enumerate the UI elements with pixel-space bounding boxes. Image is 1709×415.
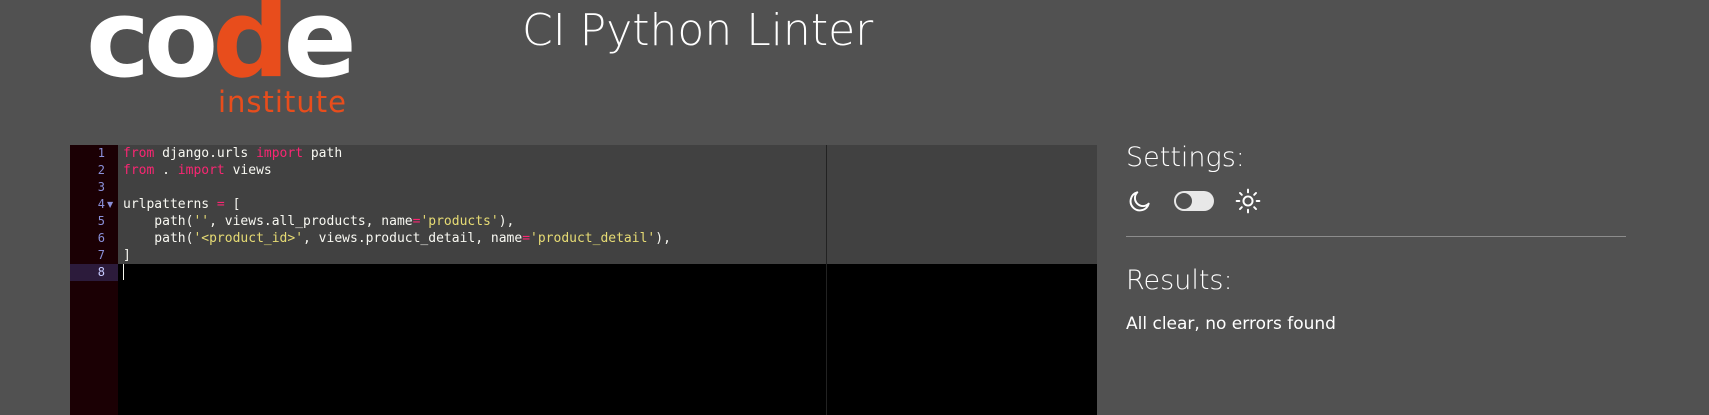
line-number: 2 <box>97 163 105 177</box>
editor-line: 6 path('<product_id>', views.product_det… <box>70 230 1097 247</box>
logo-institute-word: institute <box>218 85 347 119</box>
logo-code-word: code <box>86 0 357 102</box>
line-code: ] <box>123 247 131 264</box>
code-token: = <box>522 231 531 246</box>
editor-line: 4 ▼ urlpatterns = [ <box>70 196 1097 213</box>
editor-line: 1 from django.urls import path <box>70 145 1097 162</box>
code-token: [ <box>224 197 241 212</box>
line-number: 1 <box>97 146 105 160</box>
editor-line: 2 from . import views <box>70 162 1097 179</box>
line-number: 3 <box>97 180 105 194</box>
page-title: CI Python Linter <box>522 5 874 56</box>
line-code: from . import views <box>123 162 272 179</box>
editor-line: 8 <box>70 264 1097 281</box>
panel-divider <box>1126 236 1626 237</box>
theme-toggle-knob <box>1176 193 1192 209</box>
line-code: from django.urls import path <box>123 145 342 162</box>
line-code: path('<product_id>', views.product_detai… <box>123 230 671 247</box>
line-code: urlpatterns = [ <box>123 196 240 213</box>
line-number: 6 <box>97 231 105 245</box>
code-token: urlpatterns <box>123 197 217 212</box>
code-token: from <box>123 163 155 178</box>
code-institute-logo[interactable]: code institute <box>86 0 357 130</box>
page: code institute CI Python Linter 1 from dj… <box>0 0 1709 415</box>
line-number: 8 <box>97 265 105 279</box>
text-cursor <box>123 264 124 280</box>
code-token: ), <box>655 231 671 246</box>
code-token: = <box>216 197 225 212</box>
code-token: , views.product_detail, name <box>303 231 523 246</box>
editor-line: 5 path('', views.all_products, name='pro… <box>70 213 1097 230</box>
code-token: '' <box>193 214 210 229</box>
code-token: from <box>123 146 155 161</box>
line-code: path('', views.all_products, name='produ… <box>123 213 514 230</box>
sun-icon <box>1234 187 1262 215</box>
code-token: import <box>177 163 225 178</box>
code-token: django.urls <box>154 146 257 161</box>
editor-line: 3 <box>70 179 1097 196</box>
theme-settings-row <box>1126 186 1626 216</box>
code-token: import <box>256 146 304 161</box>
code-token: 'product_detail' <box>530 231 656 246</box>
code-token: views <box>224 163 272 178</box>
editor-line: 7] <box>70 247 1097 264</box>
settings-heading: Settings: <box>1126 142 1245 173</box>
fold-arrow-icon[interactable]: ▼ <box>107 196 113 213</box>
code-token: path( <box>123 214 194 229</box>
code-token: path( <box>123 231 194 246</box>
code-token: , views.all_products, name <box>209 214 413 229</box>
line-number: 4 <box>97 197 105 211</box>
code-token: ), <box>498 214 515 229</box>
side-panel: Settings: Results: All clear, no errors … <box>1126 140 1626 335</box>
theme-toggle[interactable] <box>1174 191 1214 211</box>
code-token: 'products' <box>420 214 499 229</box>
code-token: '<product_id>' <box>193 231 304 246</box>
moon-icon <box>1126 187 1154 215</box>
code-editor[interactable]: 1 from django.urls import path 2 from . imp… <box>70 145 1097 415</box>
line-number: 7 <box>97 248 105 262</box>
code-token: . <box>154 163 178 178</box>
results-message: All clear, no errors found <box>1126 314 1336 334</box>
results-heading: Results: <box>1126 265 1233 296</box>
line-number: 5 <box>97 214 105 228</box>
code-token: ] <box>123 248 131 263</box>
code-token: path <box>303 146 343 161</box>
